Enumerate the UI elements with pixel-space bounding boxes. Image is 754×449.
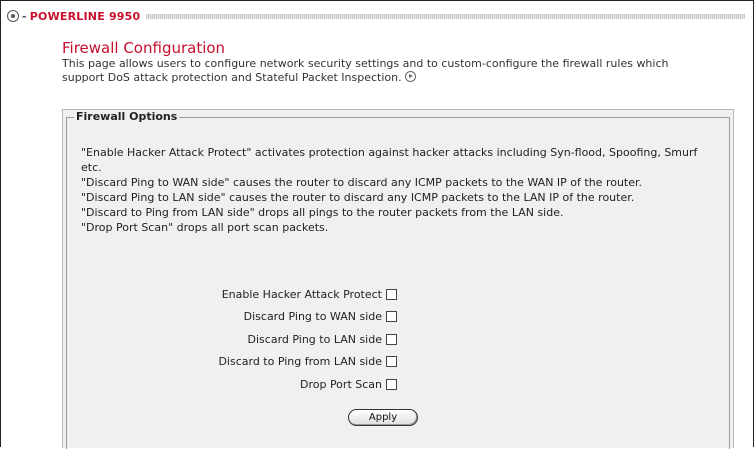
option-port-scan: Drop Port Scan (67, 373, 397, 396)
option-ping-lan: Discard Ping to LAN side (67, 328, 397, 351)
apply-button[interactable]: Apply (348, 409, 418, 426)
option-label: Drop Port Scan (299, 377, 382, 391)
ping-lan-checkbox[interactable] (386, 333, 397, 345)
help-text: "Enable Hacker Attack Protect" activates… (81, 145, 721, 235)
brand-bar: - POWERLINE 9950 (7, 6, 745, 26)
page-title: Firewall Configuration (62, 39, 226, 57)
option-label: Discard to Ping from LAN side (218, 355, 382, 369)
option-hacker-protect: Enable Hacker Attack Protect (67, 283, 397, 306)
brand-title: - POWERLINE 9950 (22, 9, 141, 23)
firewall-options-legend: Firewall Options (74, 110, 180, 124)
hacker-protect-checkbox[interactable] (386, 288, 397, 300)
help-port-scan: "Drop Port Scan" drops all port scan pac… (81, 221, 329, 234)
option-ping-from-lan: Discard to Ping from LAN side (67, 351, 397, 374)
brand-name: POWERLINE 9950 (29, 9, 141, 23)
help-hacker-protect: "Enable Hacker Attack Protect" activates… (81, 146, 698, 174)
powerline-logo-icon (7, 10, 19, 22)
page-description: This page allows users to configure netw… (62, 57, 712, 85)
port-scan-checkbox[interactable] (386, 378, 397, 390)
ping-wan-checkbox[interactable] (386, 311, 397, 323)
firewall-options-fieldset: Firewall Options "Enable Hacker Attack P… (66, 110, 730, 449)
option-label: Discard Ping to LAN side (247, 332, 382, 346)
help-ping-from-lan: "Discard to Ping from LAN side" drops al… (81, 206, 564, 219)
circle-arrow-right-icon[interactable] (404, 71, 416, 82)
ping-from-lan-checkbox[interactable] (386, 356, 397, 368)
option-label: Discard Ping to WAN side (243, 310, 382, 324)
brand-stripe (146, 14, 745, 19)
option-label: Enable Hacker Attack Protect (221, 287, 382, 301)
option-ping-wan: Discard Ping to WAN side (67, 306, 397, 329)
help-ping-wan: "Discard Ping to WAN side" causes the ro… (81, 176, 643, 189)
page-description-text: This page allows users to configure netw… (62, 57, 669, 84)
firewall-options-panel: Firewall Options "Enable Hacker Attack P… (62, 109, 734, 449)
help-ping-lan: "Discard Ping to LAN side" causes the ro… (81, 191, 635, 204)
options-list: Enable Hacker Attack Protect Discard Pin… (67, 283, 397, 396)
apply-wrap: Apply (348, 409, 418, 426)
